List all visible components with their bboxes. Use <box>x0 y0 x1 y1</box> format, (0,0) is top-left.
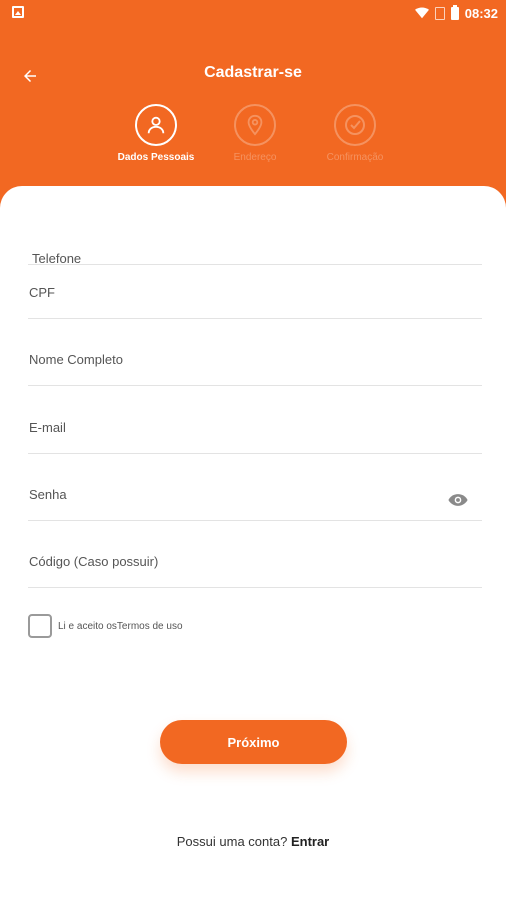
wifi-icon <box>414 7 429 19</box>
code-label: Código (Caso possuir) <box>29 554 159 569</box>
no-sim-icon <box>434 6 445 20</box>
terms-row: Li e aceito osTermos de uso <box>28 614 183 638</box>
terms-label: Li e aceito osTermos de uso <box>58 620 183 632</box>
full-name-label: Nome Completo <box>29 352 123 367</box>
page-title: Cadastrar-se <box>204 64 302 81</box>
terms-checkbox[interactable] <box>28 614 52 638</box>
password-label: Senha <box>29 487 67 502</box>
gallery-notification-icon <box>12 6 24 18</box>
status-time: 08:32 <box>464 5 498 21</box>
code-field[interactable]: Código (Caso possuir) <box>28 534 482 588</box>
status-bar: 08:32 <box>0 0 506 26</box>
eye-icon[interactable] <box>448 493 468 507</box>
person-icon <box>135 104 177 146</box>
step-confirmacao: Confirmação <box>295 104 415 163</box>
email-label: E-mail <box>29 420 66 435</box>
email-field[interactable]: E-mail <box>28 400 482 454</box>
phone-label: Telefone <box>32 251 82 266</box>
password-field[interactable]: Senha <box>28 467 482 521</box>
phone-field[interactable]: Telefone <box>28 211 482 266</box>
location-pin-icon <box>234 104 276 146</box>
login-link[interactable]: Entrar <box>291 834 329 849</box>
cpf-label: CPF <box>29 285 55 300</box>
battery-icon <box>450 4 459 20</box>
full-name-field[interactable]: Nome Completo <box>28 332 482 386</box>
check-circle-icon <box>334 104 376 146</box>
login-question: Possui uma conta? <box>176 834 288 849</box>
login-prompt: Possui uma conta? Entrar <box>0 834 506 849</box>
step-label: Confirmação <box>326 152 384 163</box>
cpf-field[interactable]: CPF <box>28 265 482 319</box>
next-button[interactable]: Próximo <box>160 720 347 764</box>
